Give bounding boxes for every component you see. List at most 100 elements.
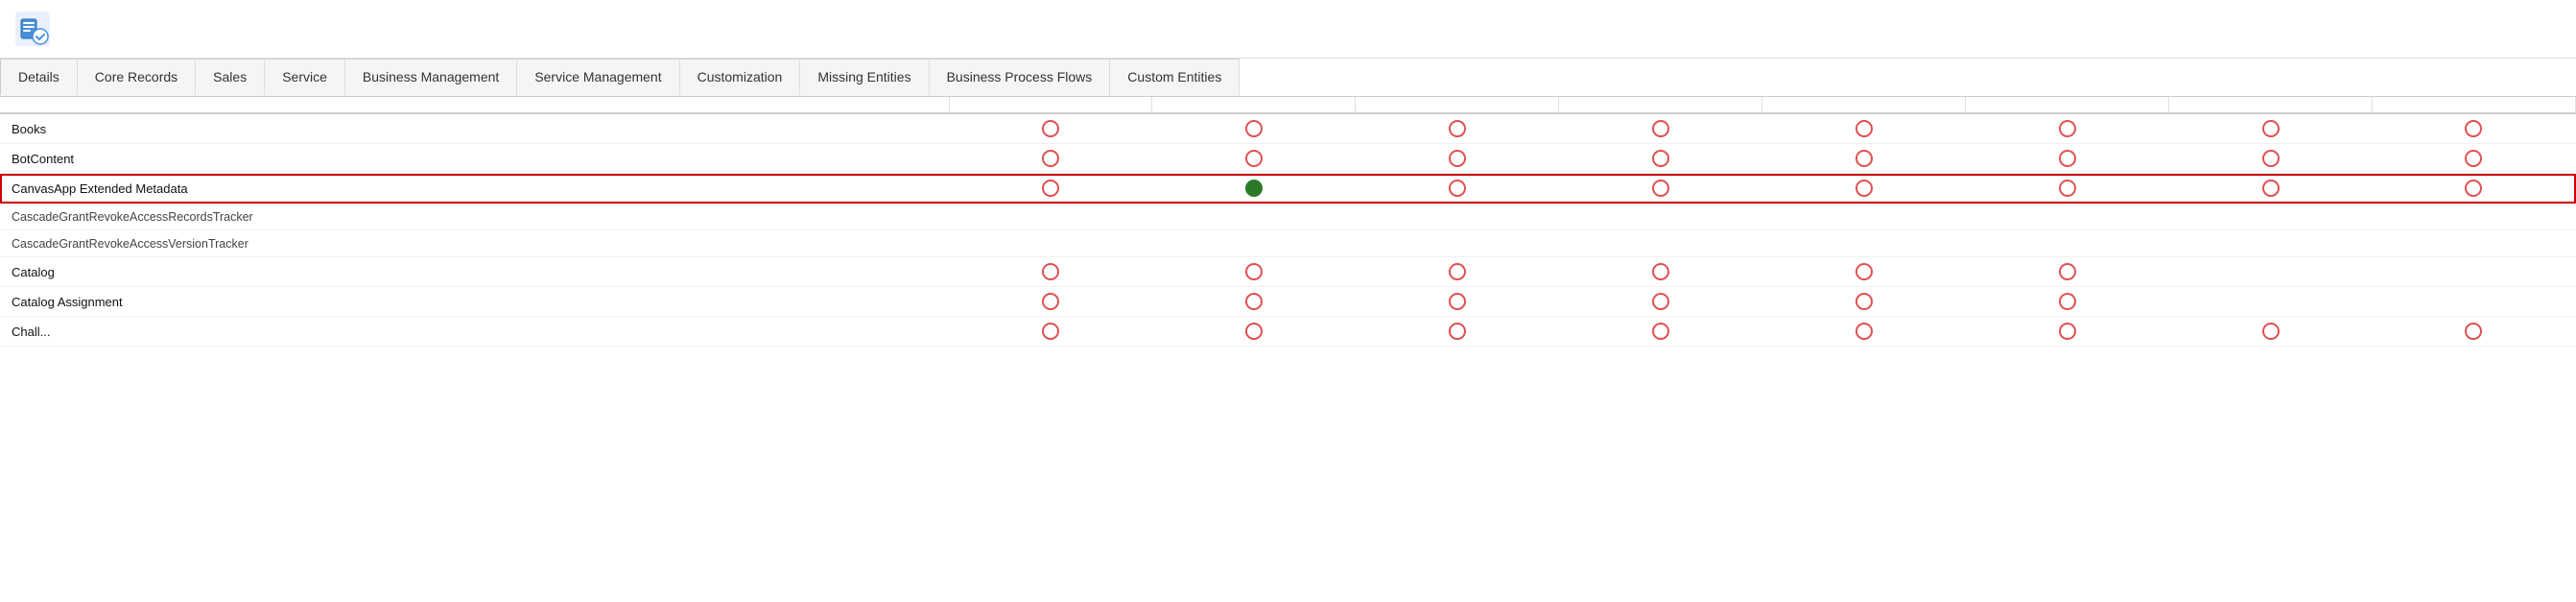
- table-row[interactable]: CanvasApp Extended Metadata: [0, 174, 2576, 204]
- permission-cell[interactable]: [949, 287, 1152, 317]
- empty-circle-icon: [2059, 150, 2076, 167]
- permission-cell[interactable]: [1762, 257, 1966, 287]
- col-header-3: [1356, 97, 1559, 113]
- permission-cell[interactable]: [2169, 257, 2373, 287]
- permission-cell[interactable]: [1152, 144, 1356, 174]
- permission-cell[interactable]: [949, 204, 1152, 230]
- permission-cell[interactable]: [2169, 144, 2373, 174]
- permission-cell[interactable]: [1356, 287, 1559, 317]
- table-row[interactable]: Books: [0, 113, 2576, 144]
- permission-cell[interactable]: [1966, 230, 2169, 257]
- permission-cell[interactable]: [949, 257, 1152, 287]
- table-row[interactable]: Catalog Assignment: [0, 287, 2576, 317]
- permission-cell[interactable]: [1966, 257, 2169, 287]
- permission-cell[interactable]: [949, 144, 1152, 174]
- tab-service[interactable]: Service: [265, 59, 345, 96]
- permission-cell[interactable]: [1356, 204, 1559, 230]
- tab-sales[interactable]: Sales: [196, 59, 265, 96]
- entity-name-label: CascadeGrantRevokeAccessVersionTracker: [12, 237, 248, 251]
- permission-cell[interactable]: [1152, 113, 1356, 144]
- permission-cell[interactable]: [1966, 174, 2169, 204]
- table-row[interactable]: CascadeGrantRevokeAccessRecordsTracker: [0, 204, 2576, 230]
- permission-cell[interactable]: [1559, 257, 1762, 287]
- permission-cell[interactable]: [1356, 257, 1559, 287]
- permission-cell[interactable]: [1559, 144, 1762, 174]
- tab-missing-entities[interactable]: Missing Entities: [800, 59, 929, 96]
- permission-cell[interactable]: [2372, 287, 2575, 317]
- permission-cell[interactable]: [2372, 144, 2575, 174]
- empty-circle-icon: [2465, 150, 2482, 167]
- permission-cell[interactable]: [1152, 257, 1356, 287]
- permission-cell[interactable]: [2169, 230, 2373, 257]
- permission-cell[interactable]: [1966, 113, 2169, 144]
- permission-cell[interactable]: [1762, 174, 1966, 204]
- tab-custom-entities[interactable]: Custom Entities: [1110, 59, 1240, 96]
- tab-core-records[interactable]: Core Records: [78, 59, 196, 96]
- permission-cell[interactable]: [1559, 287, 1762, 317]
- permission-cell[interactable]: [1762, 144, 1966, 174]
- permission-cell[interactable]: [1152, 204, 1356, 230]
- permission-cell[interactable]: [1152, 317, 1356, 347]
- empty-circle-icon: [1449, 120, 1466, 137]
- tab-customization[interactable]: Customization: [680, 59, 801, 96]
- permission-cell[interactable]: [2372, 257, 2575, 287]
- permissions-table: BooksBotContent CanvasApp Extended Metada…: [0, 97, 2576, 347]
- table-row[interactable]: Chall...: [0, 317, 2576, 347]
- table-header-row: [0, 97, 2576, 113]
- permission-cell[interactable]: [2372, 174, 2575, 204]
- table-row[interactable]: CascadeGrantRevokeAccessVersionTracker: [0, 230, 2576, 257]
- tab-service-management[interactable]: Service Management: [517, 59, 679, 96]
- permission-cell[interactable]: [1356, 174, 1559, 204]
- empty-circle-icon: [1245, 150, 1263, 167]
- permission-cell[interactable]: [1356, 144, 1559, 174]
- permission-cell[interactable]: [1966, 287, 2169, 317]
- permission-cell[interactable]: [1559, 113, 1762, 144]
- permission-cell[interactable]: [1356, 230, 1559, 257]
- permission-cell[interactable]: [2169, 113, 2373, 144]
- permission-cell[interactable]: [1559, 230, 1762, 257]
- permission-cell[interactable]: [949, 317, 1152, 347]
- permission-cell[interactable]: [1152, 230, 1356, 257]
- entity-name-cell: CascadeGrantRevokeAccessVersionTracker: [0, 230, 949, 257]
- permission-cell[interactable]: [2169, 204, 2373, 230]
- table-row[interactable]: Catalog: [0, 257, 2576, 287]
- empty-circle-icon: [1652, 323, 1669, 340]
- permission-cell[interactable]: [1356, 317, 1559, 347]
- tab-business-management[interactable]: Business Management: [345, 59, 517, 96]
- empty-circle-icon: [1042, 180, 1059, 197]
- permission-cell[interactable]: [1559, 317, 1762, 347]
- permission-cell[interactable]: [1762, 317, 1966, 347]
- permission-cell[interactable]: [1966, 317, 2169, 347]
- permission-cell[interactable]: [949, 230, 1152, 257]
- permission-cell[interactable]: [2169, 287, 2373, 317]
- permission-cell[interactable]: [949, 113, 1152, 144]
- entity-name-cell: CascadeGrantRevokeAccessRecordsTracker: [0, 204, 949, 230]
- permission-cell[interactable]: [1762, 204, 1966, 230]
- permission-cell[interactable]: [1559, 204, 1762, 230]
- permission-cell[interactable]: [2372, 204, 2575, 230]
- entity-name-label: CanvasApp Extended Metadata: [12, 181, 188, 196]
- empty-circle-icon: [1042, 263, 1059, 280]
- permission-cell[interactable]: [2372, 317, 2575, 347]
- permission-cell[interactable]: [2169, 317, 2373, 347]
- empty-circle-icon: [2059, 323, 2076, 340]
- permission-cell[interactable]: [1966, 204, 2169, 230]
- entity-name-cell: Catalog: [0, 257, 949, 287]
- permission-cell[interactable]: [1966, 144, 2169, 174]
- permission-cell[interactable]: [2372, 230, 2575, 257]
- permission-cell[interactable]: [2372, 113, 2575, 144]
- tab-business-process-flows[interactable]: Business Process Flows: [930, 59, 1111, 96]
- permission-cell[interactable]: [1762, 113, 1966, 144]
- permission-cell[interactable]: [1559, 174, 1762, 204]
- permission-cell[interactable]: [2169, 174, 2373, 204]
- tab-details[interactable]: Details: [0, 59, 78, 96]
- permission-cell[interactable]: [1762, 287, 1966, 317]
- empty-circle-icon: [1245, 323, 1263, 340]
- permission-cell[interactable]: [949, 174, 1152, 204]
- empty-circle-icon: [1855, 150, 1873, 167]
- permission-cell[interactable]: [1762, 230, 1966, 257]
- permission-cell[interactable]: [1152, 287, 1356, 317]
- table-row[interactable]: BotContent: [0, 144, 2576, 174]
- permission-cell[interactable]: [1356, 113, 1559, 144]
- permission-cell[interactable]: [1152, 174, 1356, 204]
